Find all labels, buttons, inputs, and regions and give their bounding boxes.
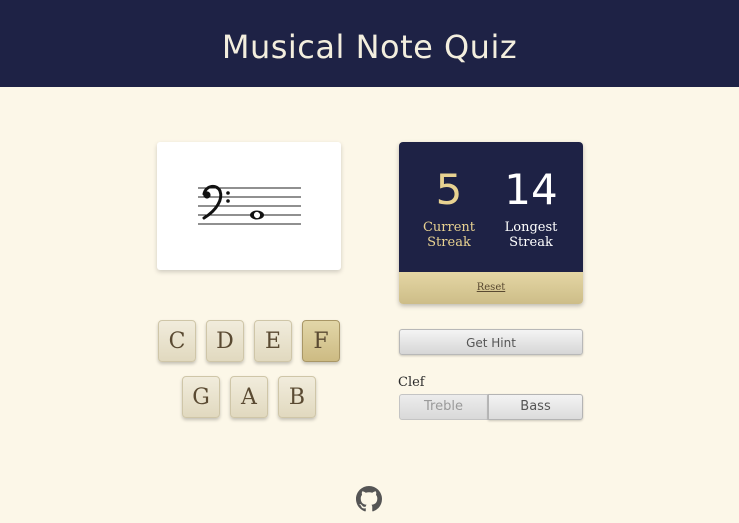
note-button-a[interactable]: A <box>230 376 268 418</box>
current-streak-label-line2: Streak <box>427 235 471 250</box>
staff-notation <box>198 185 301 225</box>
longest-streak-label-line2: Streak <box>509 235 553 250</box>
longest-streak-value: 14 <box>504 165 558 214</box>
reset-link[interactable]: Reset <box>399 272 583 304</box>
note-button-g[interactable]: G <box>182 376 220 418</box>
header-bar: Musical Note Quiz <box>0 0 739 87</box>
note-button-d[interactable]: D <box>206 320 244 362</box>
current-streak-value: 5 <box>435 165 463 214</box>
whole-note-icon <box>250 210 264 220</box>
clef-option-treble[interactable]: Treble <box>399 394 488 420</box>
current-streak-label: Current Streak <box>409 220 489 250</box>
note-button-b[interactable]: B <box>278 376 316 418</box>
longest-streak-label-line1: Longest <box>504 220 558 235</box>
get-hint-button[interactable]: Get Hint <box>399 329 583 355</box>
github-icon[interactable] <box>356 486 382 512</box>
current-streak-label-line1: Current <box>422 220 476 235</box>
staff-card <box>157 142 341 270</box>
clef-label: Clef <box>398 375 425 390</box>
page-title: Musical Note Quiz <box>221 28 518 66</box>
bass-clef-icon <box>202 185 230 220</box>
note-button-f[interactable]: F <box>302 320 340 362</box>
streak-panel: 5 Current Streak 14 Longest Streak <box>399 142 583 272</box>
clef-option-bass[interactable]: Bass <box>488 394 583 420</box>
note-button-c[interactable]: C <box>158 320 196 362</box>
longest-streak-label: Longest Streak <box>491 220 571 250</box>
reset-bar: Reset <box>399 272 583 304</box>
streak-card: 5 Current Streak 14 Longest Streak Reset <box>399 142 583 304</box>
note-button-e[interactable]: E <box>254 320 292 362</box>
